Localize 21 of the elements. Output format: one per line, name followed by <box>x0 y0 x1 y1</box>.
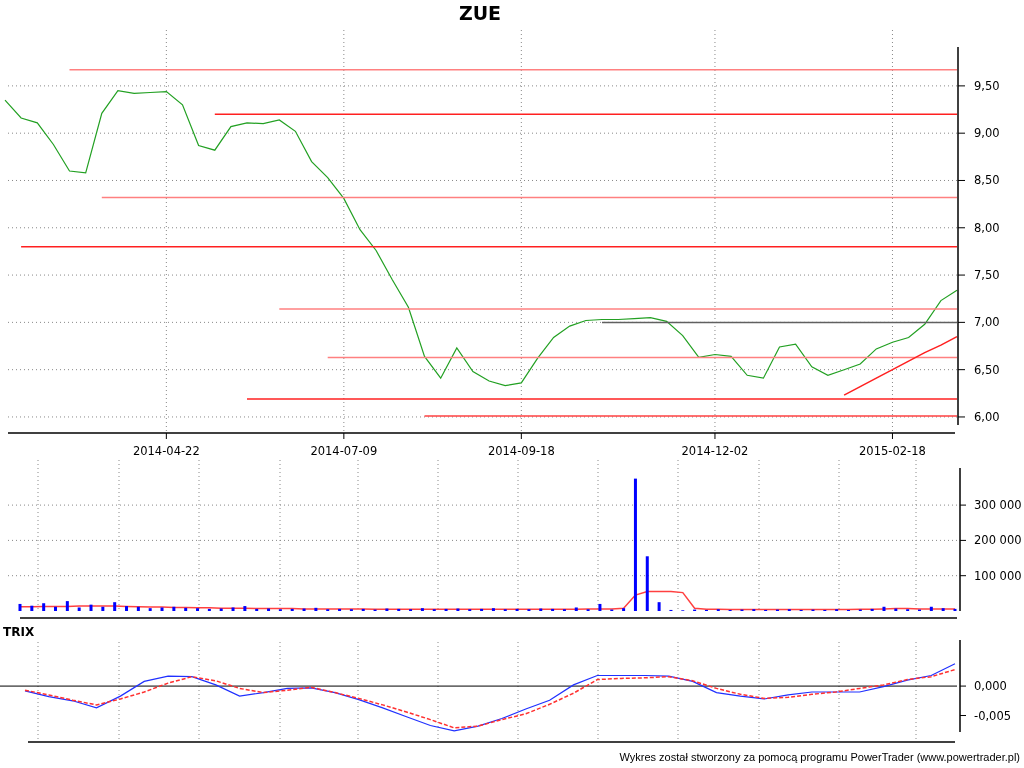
volume-label: 200 000 <box>974 533 1022 548</box>
chart-title: ZUE <box>458 1 502 24</box>
price-label: 8,00 <box>974 220 1000 235</box>
price-label: 7,50 <box>974 268 1000 283</box>
trix-label: 0,000 <box>974 679 1007 694</box>
volume-label: 100 000 <box>974 568 1022 583</box>
date-label: 2015-02-18 <box>859 444 926 458</box>
date-label: 2014-07-09 <box>310 444 378 458</box>
volume-label: 300 000 <box>974 498 1022 513</box>
indicator-title: TRIX <box>3 625 35 639</box>
price-label: 6,50 <box>974 362 1000 377</box>
footer-credit: Wykres został stworzony za pomocą programu PowerTrader (www.powertrader.pl) <box>619 750 1020 763</box>
price-label: 7,00 <box>974 315 1000 330</box>
price-label: 9,50 <box>974 78 1000 93</box>
date-label: 2014-04-22 <box>132 444 200 458</box>
price-label: 8,50 <box>974 173 1000 188</box>
price-label: 6,00 <box>974 409 1000 424</box>
date-label: 2014-09-18 <box>487 444 555 458</box>
trix-label: -0,005 <box>974 708 1012 723</box>
price-label: 9,00 <box>974 126 1000 141</box>
date-label: 2014-12-02 <box>681 444 749 458</box>
